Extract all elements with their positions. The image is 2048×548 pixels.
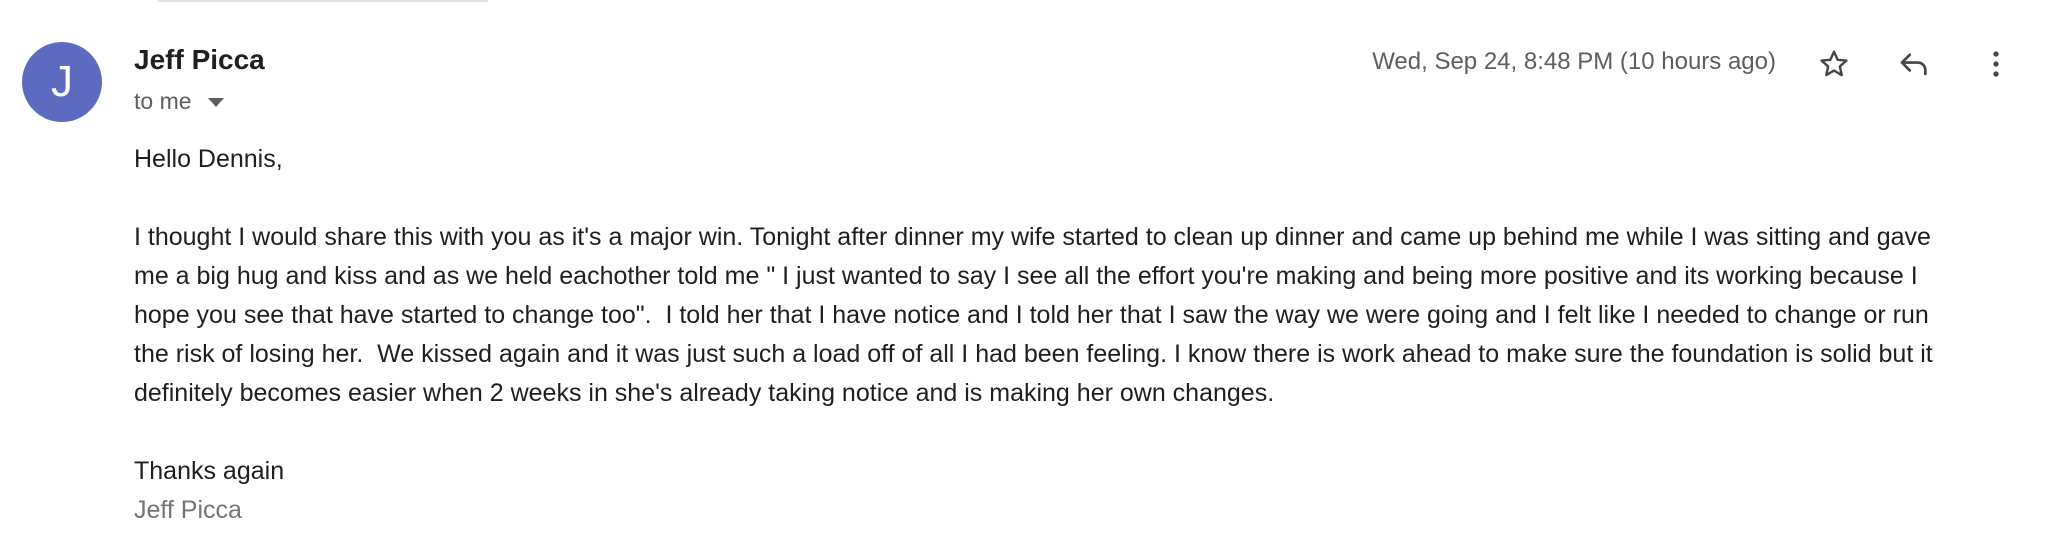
more-vert-icon bbox=[1980, 48, 2012, 80]
reply-button[interactable] bbox=[1890, 40, 1938, 88]
caret-down-icon bbox=[207, 98, 224, 107]
top-divider bbox=[158, 0, 488, 2]
recipient-label: to me bbox=[134, 88, 192, 114]
star-button[interactable] bbox=[1810, 40, 1858, 88]
email-greeting: Hello Dennis, bbox=[134, 145, 283, 173]
recipient-details-toggle[interactable]: to me bbox=[134, 88, 224, 115]
email-paragraph: I thought I would share this with you as… bbox=[134, 218, 2014, 413]
sender-name[interactable]: Jeff Picca bbox=[134, 44, 265, 76]
avatar[interactable]: J bbox=[22, 42, 102, 122]
star-outline-icon bbox=[1818, 48, 1850, 80]
avatar-initial: J bbox=[51, 57, 73, 106]
email-body: Hello Dennis, I thought I would share th… bbox=[134, 140, 2014, 530]
paragraph-line: definitely becomes easier when 2 weeks i… bbox=[134, 379, 1275, 407]
paragraph-line: hope you see that have started to change… bbox=[134, 301, 1929, 329]
reply-icon bbox=[1897, 47, 1931, 81]
email-closing: Thanks again bbox=[134, 457, 285, 485]
paragraph-line: me a big hug and kiss and as we held eac… bbox=[134, 262, 1918, 290]
email-timestamp: Wed, Sep 24, 8:48 PM (10 hours ago) bbox=[1372, 48, 1776, 75]
paragraph-line: the risk of losing her. We kissed again … bbox=[134, 340, 1933, 368]
email-signature: Jeff Picca bbox=[134, 496, 242, 524]
more-options-button[interactable] bbox=[1972, 40, 2020, 88]
paragraph-line: I thought I would share this with you as… bbox=[134, 223, 1931, 251]
